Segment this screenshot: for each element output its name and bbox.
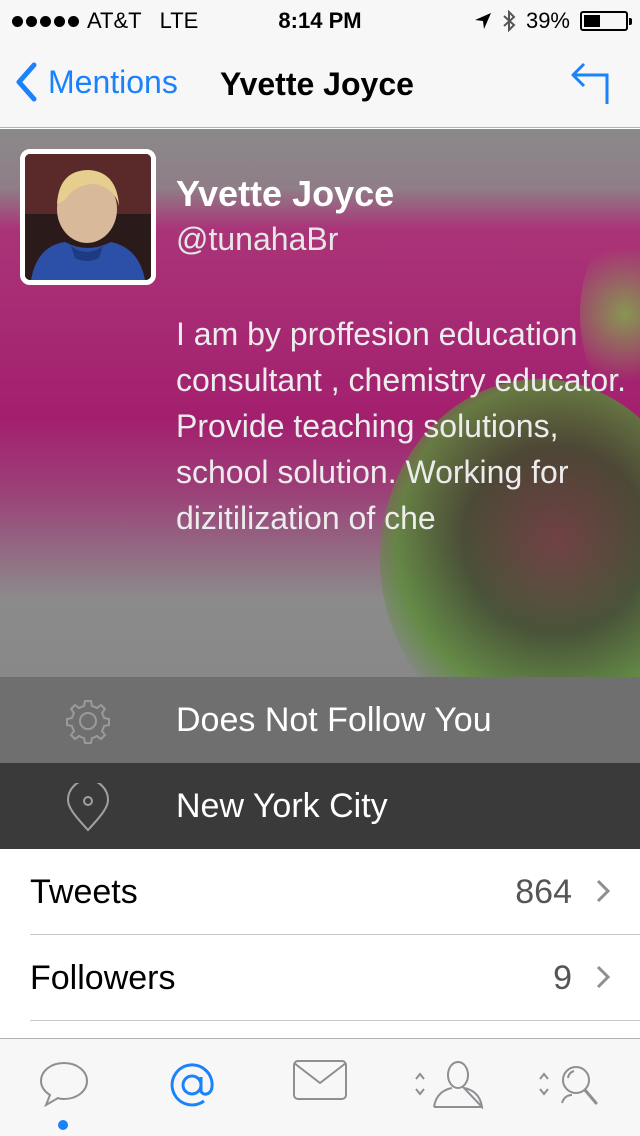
profile-bio: I am by proffesion education consultant … [176, 316, 626, 536]
stat-row-followers[interactable]: Followers 9 [0, 935, 640, 1021]
navigation-bar: Mentions Yvette Joyce [0, 40, 640, 128]
stat-row-tweets[interactable]: Tweets 864 [0, 849, 640, 935]
battery-label: 39% [525, 8, 570, 33]
gear-icon [66, 700, 110, 744]
chevron-right-icon [596, 879, 610, 903]
back-button[interactable]: Mentions [14, 62, 178, 102]
follow-status-label: Does Not Follow You [176, 701, 492, 739]
reply-button[interactable] [570, 58, 612, 111]
page-title: Yvette Joyce [220, 66, 414, 102]
status-right: 39% [474, 8, 632, 34]
location-arrow-icon [474, 13, 491, 29]
stat-label: Followers [30, 959, 176, 997]
stat-count: 9 [553, 959, 572, 997]
tab-messages[interactable] [270, 1059, 370, 1119]
messages-icon [293, 1060, 347, 1100]
top-bar: AT&T LTE 8:14 PM 39% Mentions Yvette Joy… [0, 0, 640, 128]
avatar[interactable] [20, 149, 156, 285]
location-pin-icon [66, 783, 110, 832]
profile-name: Yvette Joyce [176, 173, 395, 214]
back-label: Mentions [48, 63, 178, 100]
unread-indicator-dot [58, 1120, 68, 1130]
location-label: New York City [176, 787, 388, 825]
chevron-left-icon [16, 62, 37, 102]
tab-timeline[interactable] [14, 1059, 114, 1119]
chevron-right-icon [596, 965, 610, 989]
search-icon [539, 1066, 598, 1105]
status-bar: AT&T LTE 8:14 PM 39% [0, 0, 640, 40]
profile-handle: @tunahaBr [176, 221, 339, 257]
follow-status-row[interactable]: Does Not Follow You [0, 677, 640, 763]
mentions-icon [170, 1063, 214, 1107]
tab-mentions[interactable] [142, 1059, 242, 1119]
tab-bar [0, 1038, 640, 1136]
tab-profile[interactable] [396, 1059, 496, 1119]
stat-label: Tweets [30, 873, 138, 911]
profile-icon [415, 1061, 484, 1109]
list-divider [30, 1020, 640, 1021]
location-row[interactable]: New York City [0, 763, 640, 849]
battery-icon [580, 11, 632, 31]
timeline-icon [39, 1061, 89, 1107]
reply-icon [571, 62, 609, 104]
avatar-photo [25, 154, 151, 280]
stat-count: 864 [515, 873, 572, 911]
bluetooth-icon [503, 10, 516, 32]
tab-search[interactable] [520, 1059, 620, 1119]
profile-header: Yvette Joyce @tunahaBr I am by proffesio… [0, 129, 640, 677]
